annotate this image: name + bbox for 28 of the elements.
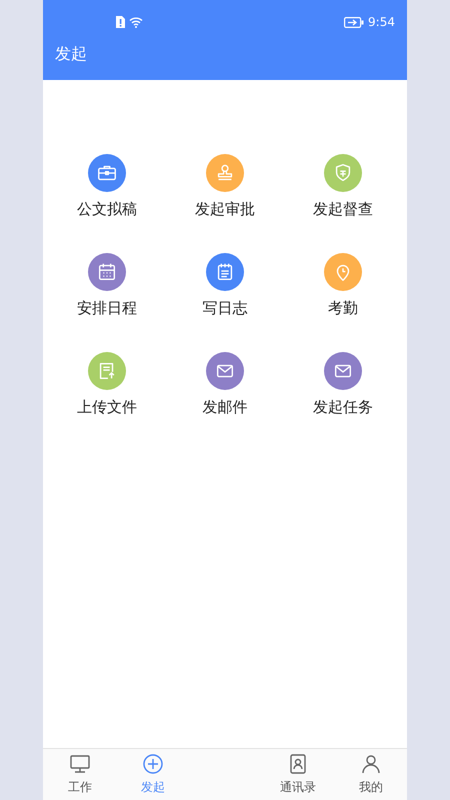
action-icon-badge[interactable]: [88, 352, 126, 390]
action-icon-badge[interactable]: [324, 154, 362, 192]
action-label[interactable]: 发起督查: [313, 200, 373, 219]
nav-tab[interactable]: 我的: [335, 749, 407, 800]
action-label[interactable]: 写日志: [202, 299, 248, 318]
action-label[interactable]: 上传文件: [77, 398, 137, 417]
action-icon-badge[interactable]: [324, 352, 362, 390]
action-icon-badge[interactable]: [206, 253, 244, 291]
battery-icon: [344, 16, 364, 28]
action-icon-badge[interactable]: [206, 352, 244, 390]
action-icon-badge[interactable]: [206, 154, 244, 192]
action-icon-badge[interactable]: [88, 154, 126, 192]
action-icon-badge[interactable]: [88, 253, 126, 291]
calendar-icon: [96, 261, 118, 283]
action-label[interactable]: 安排日程: [77, 299, 137, 318]
sim-alert-icon: [115, 16, 125, 28]
action-label[interactable]: 发起任务: [313, 398, 373, 417]
action-label[interactable]: 公文拟稿: [77, 200, 137, 219]
action-label[interactable]: 发邮件: [202, 398, 248, 417]
nav-tab[interactable]: 通讯录: [261, 749, 335, 800]
plus-circle-icon: [141, 752, 165, 776]
action-label[interactable]: 考勤: [328, 299, 358, 318]
action-label[interactable]: 发起审批: [195, 200, 255, 219]
status-time: 9:54: [368, 15, 395, 29]
wifi-icon: [129, 16, 143, 28]
page-title: 发起: [55, 44, 87, 65]
nav-tab[interactable]: 工作: [43, 749, 117, 800]
action-icon-badge[interactable]: [324, 253, 362, 291]
